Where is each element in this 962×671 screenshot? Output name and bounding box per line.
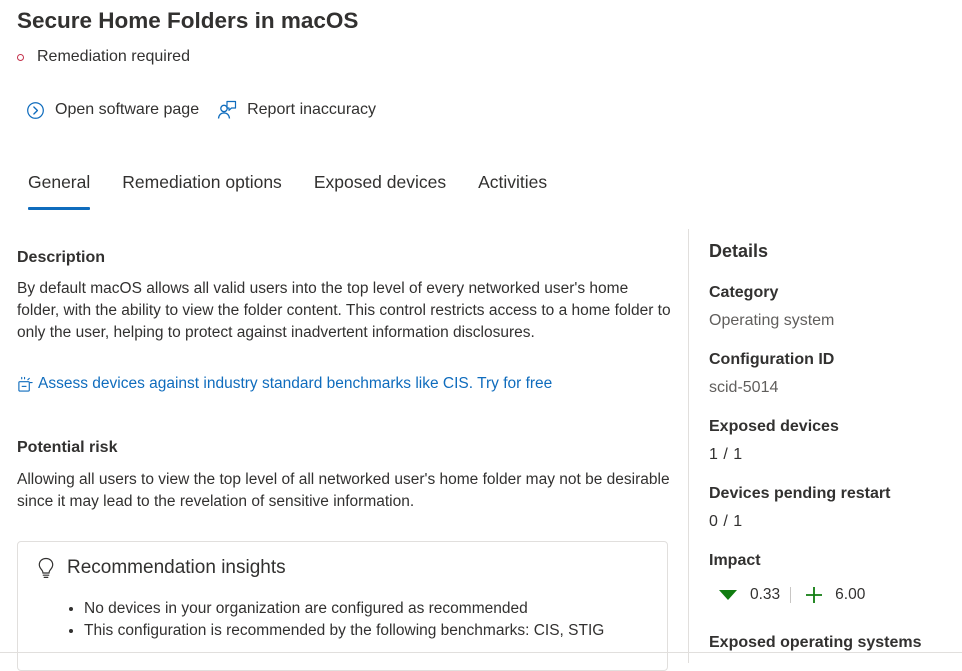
category-label: Category <box>709 284 779 301</box>
potential-risk-text: Allowing all users to view the top level… <box>17 471 670 510</box>
status-text: Remediation required <box>37 48 190 65</box>
exposed-operating-systems-label: Exposed operating systems <box>709 634 922 651</box>
report-inaccuracy-button[interactable]: Report inaccuracy <box>217 100 376 120</box>
insight-item: This configuration is recommended by the… <box>84 620 604 642</box>
tab-activities[interactable]: Activities <box>478 172 547 210</box>
lightbulb-icon <box>38 557 54 578</box>
status-indicator: Remediation required <box>17 48 190 66</box>
page-title: Secure Home Folders in macOS <box>17 8 359 33</box>
report-inaccuracy-label: Report inaccuracy <box>247 101 377 118</box>
exposed-devices-label: Exposed devices <box>709 418 839 435</box>
potential-risk-heading: Potential risk <box>17 439 118 456</box>
exposure-impact-value: 0.33 <box>750 586 781 603</box>
open-software-page-button[interactable]: Open software page <box>26 101 199 120</box>
exposed-devices-value: 1 / 1 <box>709 446 743 463</box>
bottom-border <box>0 652 962 653</box>
impact-separator <box>790 587 792 603</box>
devices-pending-restart-label: Devices pending restart <box>709 485 891 502</box>
tab-exposed-devices[interactable]: Exposed devices <box>314 172 446 210</box>
plus-icon <box>806 587 823 603</box>
assess-benchmarks-link-text[interactable]: Assess devices against industry standard… <box>38 375 552 393</box>
chevron-right-circle-icon <box>27 101 44 119</box>
person-feedback-icon <box>217 100 237 119</box>
insight-item: No devices in your organization are conf… <box>84 598 604 620</box>
description-text: By default macOS allows all valid users … <box>17 280 671 341</box>
details-title: Details <box>709 241 769 261</box>
panel-divider <box>688 229 689 663</box>
action-bar: Open software page Report inaccuracy <box>26 100 394 120</box>
configuration-id-value: scid-5014 <box>709 379 779 396</box>
insights-header: Recommendation insights <box>37 557 286 579</box>
impact-label: Impact <box>709 552 761 569</box>
insights-list: No devices in your organization are conf… <box>64 598 604 642</box>
device-assess-icon <box>18 376 33 392</box>
tab-general[interactable]: General <box>28 172 91 210</box>
tab-bar: General Remediation options Exposed devi… <box>28 172 579 210</box>
status-circle-icon <box>17 53 24 61</box>
category-value: Operating system <box>709 312 835 329</box>
triangle-down-icon <box>719 590 737 600</box>
impact-values: 0.33 6.00 <box>709 586 865 604</box>
open-software-page-label: Open software page <box>55 101 200 118</box>
devices-pending-restart-value: 0 / 1 <box>709 513 743 530</box>
assess-benchmarks-link[interactable]: Assess devices against industry standard… <box>17 375 552 393</box>
score-impact-value: 6.00 <box>835 586 866 603</box>
tab-remediation-options[interactable]: Remediation options <box>122 172 282 210</box>
details-panel: Details Category Operating system Config… <box>709 241 962 651</box>
insights-title: Recommendation insights <box>67 557 286 578</box>
configuration-id-label: Configuration ID <box>709 351 835 368</box>
description-heading: Description <box>17 249 106 266</box>
